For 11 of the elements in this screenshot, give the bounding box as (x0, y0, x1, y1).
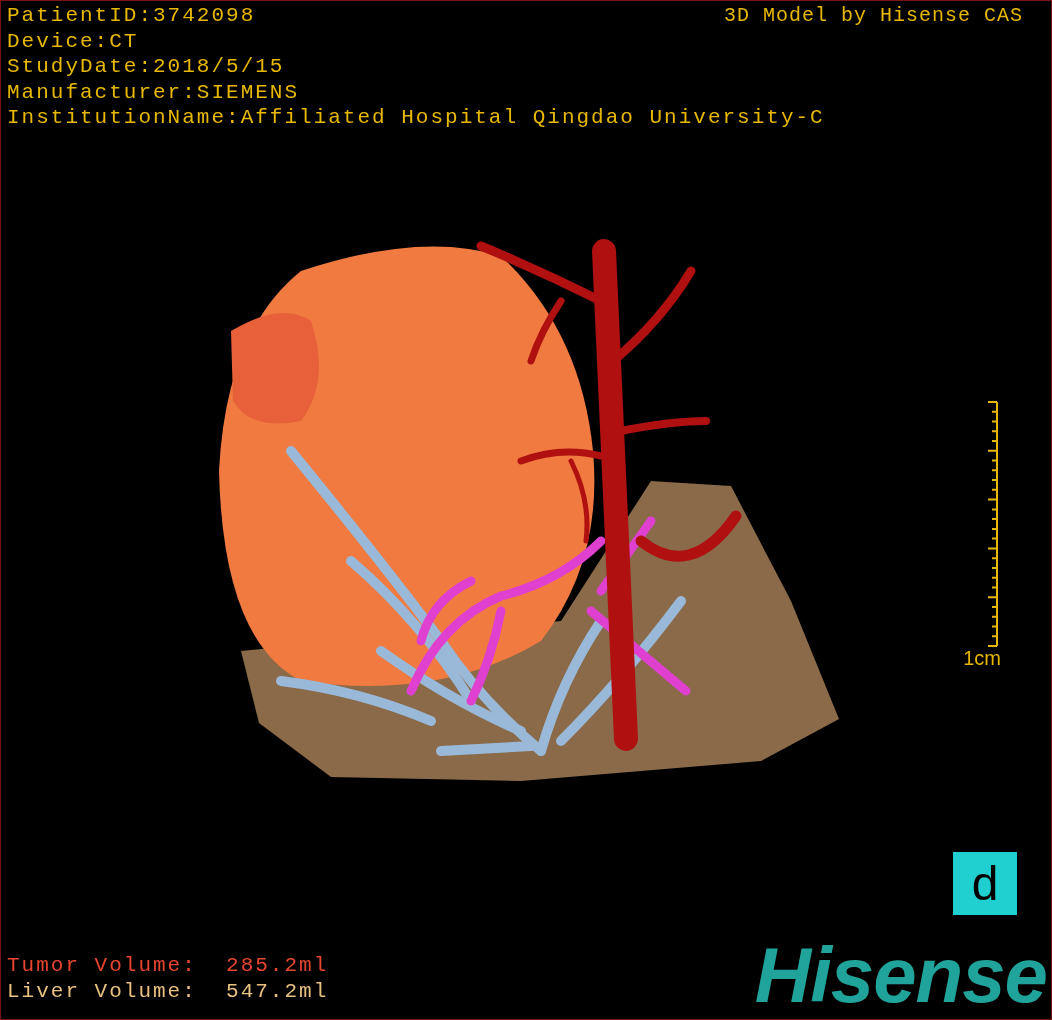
info-line: Device:CT (7, 28, 139, 54)
info-line: Manufacturer:SIEMENS (7, 79, 300, 105)
info-line: PatientID:3742098 (7, 3, 256, 29)
volume-reading: Liver Volume: 547.2ml (7, 979, 329, 1005)
scale-label: 1cm (963, 646, 1001, 669)
panel-label: d (953, 852, 1017, 915)
brand-logo: Hisense (754, 933, 1048, 1019)
info-line: InstitutionName:Affiliated Hospital Qingdao University-C (7, 105, 825, 131)
viewer-title: 3D Model by Hisense CAS (723, 3, 1023, 28)
info-line: StudyDate:2018/5/15 (7, 54, 285, 80)
volume-reading: Tumor Volume: 285.2ml (7, 953, 329, 979)
